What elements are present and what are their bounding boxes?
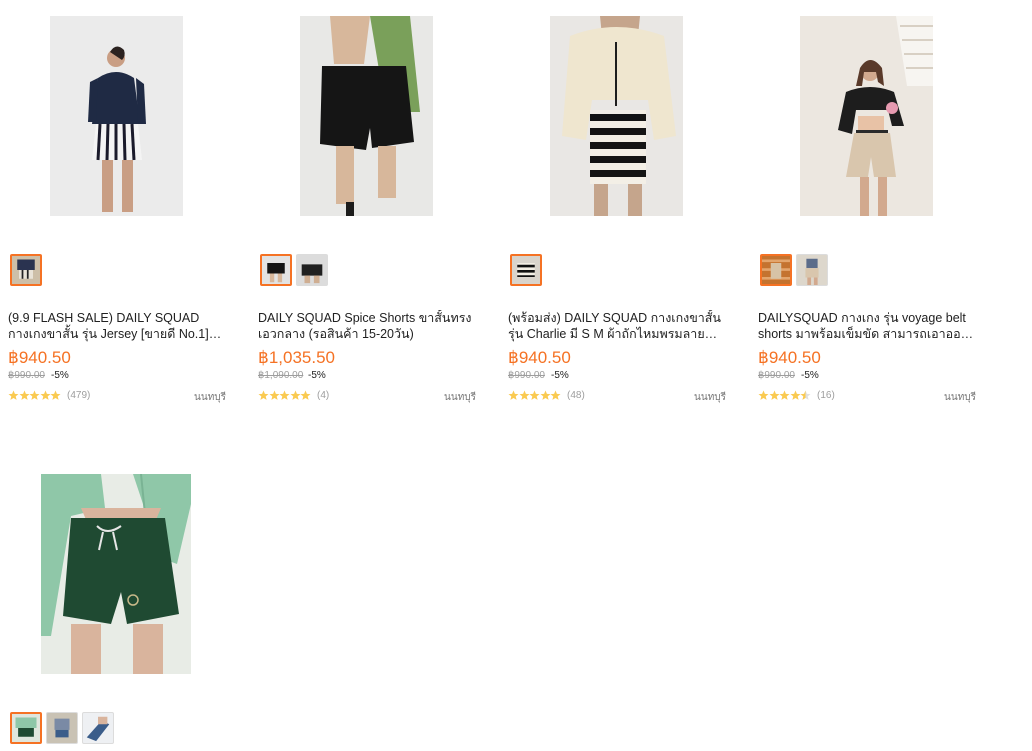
star-icon xyxy=(269,390,280,400)
star-icon xyxy=(540,390,551,400)
rating-count: (4) xyxy=(317,390,330,401)
discount-badge: -5% xyxy=(51,370,69,381)
star-icon xyxy=(50,390,61,400)
star-icon xyxy=(769,390,780,400)
thumbnail-1[interactable] xyxy=(510,254,542,286)
thumbnail-2[interactable] xyxy=(296,254,328,286)
rating-count: (16) xyxy=(817,390,835,401)
product-image[interactable] xyxy=(50,16,183,216)
star-icon xyxy=(258,390,269,400)
product-image[interactable] xyxy=(300,16,433,216)
star-icon xyxy=(8,390,19,400)
rating-count: (479) xyxy=(67,390,91,401)
star-icon xyxy=(19,390,30,400)
thumbnail-1[interactable] xyxy=(10,712,42,744)
star-icon xyxy=(800,390,811,400)
discount-badge: -5% xyxy=(801,370,819,381)
star-icon xyxy=(40,390,51,400)
star-icon xyxy=(279,390,290,400)
thumbnail-2[interactable] xyxy=(46,712,78,744)
star-icon xyxy=(550,390,561,400)
product-photo-green-shorts xyxy=(41,474,191,674)
product-photo-voyage-belt-shorts xyxy=(800,16,933,216)
thumbnail-2[interactable] xyxy=(796,254,828,286)
original-price: ฿1,090.00 xyxy=(258,370,304,381)
product-title[interactable]: DAILY SQUAD Spice Shorts ขาสั้นทรงเอวกลา… xyxy=(258,310,476,342)
thumbnail-1[interactable] xyxy=(10,254,42,286)
seller-location: นนทบุรี xyxy=(194,392,226,403)
product-title[interactable]: (พร้อมส่ง) DAILY SQUAD กางเกงขาสั้น รุ่น… xyxy=(508,310,726,342)
original-price: ฿990.00 xyxy=(508,370,545,381)
seller-location: นนทบุรี xyxy=(944,392,976,403)
thumbnail-1[interactable] xyxy=(760,254,792,286)
product-title[interactable]: DAILYSQUAD กางเกง รุ่น voyage belt short… xyxy=(758,310,976,342)
product-photo-spice-shorts xyxy=(300,16,433,216)
product-price: ฿940.50 xyxy=(8,348,71,367)
product-image[interactable] xyxy=(41,474,191,674)
thumbnail-1[interactable] xyxy=(260,254,292,286)
thumbnail-3[interactable] xyxy=(82,712,114,744)
star-icon xyxy=(508,390,519,400)
seller-location: นนทบุรี xyxy=(694,392,726,403)
original-price: ฿990.00 xyxy=(758,370,795,381)
product-image[interactable] xyxy=(800,16,933,216)
product-image[interactable] xyxy=(550,16,683,216)
product-photo-charlie-shorts xyxy=(550,16,683,216)
product-title[interactable]: (9.9 FLASH SALE) DAILY SQUAD กางเกงขาสั้… xyxy=(8,310,226,342)
star-icon xyxy=(29,390,40,400)
star-icon xyxy=(519,390,530,400)
rating-count: (48) xyxy=(567,390,585,401)
star-icon xyxy=(790,390,801,400)
product-price: ฿1,035.50 xyxy=(258,348,335,367)
seller-location: นนทบุรี xyxy=(444,392,476,403)
discount-badge: -5% xyxy=(308,370,326,381)
product-photo-jersey-shorts xyxy=(50,16,183,216)
star-icon xyxy=(779,390,790,400)
product-price: ฿940.50 xyxy=(758,348,821,367)
discount-badge: -5% xyxy=(551,370,569,381)
original-price: ฿990.00 xyxy=(8,370,45,381)
star-icon xyxy=(758,390,769,400)
product-price: ฿940.50 xyxy=(508,348,571,367)
star-icon xyxy=(290,390,301,400)
star-icon xyxy=(529,390,540,400)
star-icon xyxy=(300,390,311,400)
